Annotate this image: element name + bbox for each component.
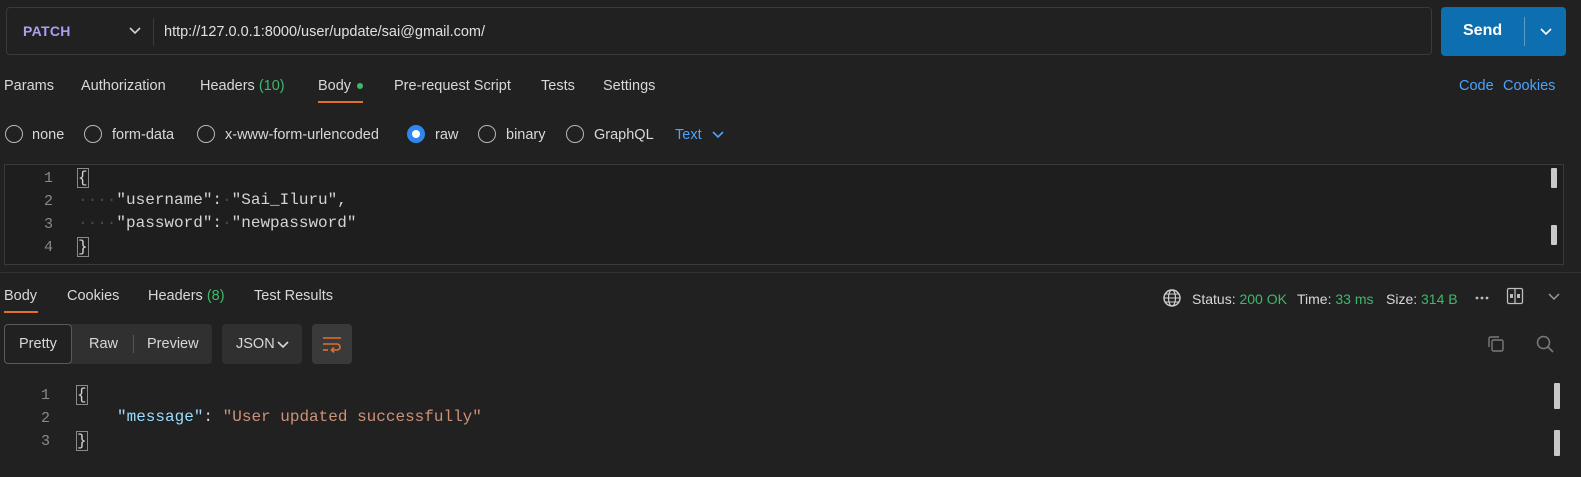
scrollbar-thumb[interactable] bbox=[1551, 225, 1557, 245]
send-label: Send bbox=[1463, 22, 1503, 39]
url-input[interactable] bbox=[164, 21, 1414, 43]
radio-urlencoded[interactable] bbox=[197, 125, 215, 143]
wrap-lines-button[interactable] bbox=[312, 324, 352, 364]
code-line-message: "message": "User updated successfully" bbox=[117, 408, 482, 426]
line-number: 3 bbox=[40, 433, 50, 450]
chevron-down-icon[interactable] bbox=[127, 22, 143, 38]
open-brace: { bbox=[76, 385, 88, 405]
method-select[interactable]: PATCH bbox=[23, 23, 71, 39]
chevron-down-icon[interactable] bbox=[711, 127, 725, 141]
message-value: "User updated successfully" bbox=[222, 408, 482, 426]
send-button[interactable]: Send bbox=[1441, 7, 1566, 56]
status-value[interactable]: 200 OK bbox=[1239, 291, 1286, 307]
tab-params[interactable]: Params bbox=[4, 78, 54, 94]
size-label: Size: bbox=[1386, 291, 1418, 307]
line-number: 1 bbox=[43, 170, 53, 187]
body-format-dropdown[interactable]: Text bbox=[675, 127, 702, 143]
close-brace: } bbox=[77, 237, 89, 257]
radio-graphql[interactable] bbox=[566, 125, 584, 143]
code-line-password: ····"password":·"newpassword" bbox=[78, 214, 357, 232]
segment-divider bbox=[133, 335, 134, 353]
radio-none[interactable] bbox=[5, 125, 23, 143]
send-divider bbox=[1524, 17, 1525, 46]
body-modified-dot bbox=[357, 83, 363, 89]
active-tab-indicator bbox=[318, 101, 363, 103]
scrollbar-thumb[interactable] bbox=[1551, 168, 1557, 188]
view-preview-button[interactable]: Preview bbox=[147, 336, 199, 352]
response-tab-test-results[interactable]: Test Results bbox=[254, 288, 333, 304]
tab-headers[interactable]: Headers (10) bbox=[200, 78, 285, 94]
size-value[interactable]: 314 B bbox=[1421, 291, 1458, 307]
radio-form-data[interactable] bbox=[84, 125, 102, 143]
tab-pre-request-script[interactable]: Pre-request Script bbox=[394, 78, 511, 94]
chevron-down-icon[interactable] bbox=[1546, 288, 1562, 304]
request-body-editor[interactable]: 1 2 3 4 { ····"username":·"Sai_Iluru", ·… bbox=[4, 164, 1564, 265]
radio-binary-label: binary bbox=[506, 127, 546, 143]
radio-raw[interactable] bbox=[407, 125, 425, 143]
view-raw-button[interactable]: Raw bbox=[89, 336, 118, 352]
tab-settings[interactable]: Settings bbox=[603, 78, 655, 94]
more-options-icon[interactable] bbox=[1474, 293, 1490, 303]
cookies-link[interactable]: Cookies bbox=[1503, 78, 1555, 94]
radio-graphql-label: GraphQL bbox=[594, 127, 654, 143]
colon: : bbox=[212, 214, 223, 232]
code-link[interactable]: Code bbox=[1459, 78, 1494, 94]
close-brace: } bbox=[76, 431, 88, 451]
response-body-viewer[interactable]: 1 2 3 { "message": "User updated success… bbox=[0, 380, 1581, 477]
tab-headers-label: Headers bbox=[200, 78, 255, 94]
radio-urlencoded-label: x-www-form-urlencoded bbox=[225, 127, 379, 143]
tab-tests[interactable]: Tests bbox=[541, 78, 575, 94]
radio-binary[interactable] bbox=[478, 125, 496, 143]
open-brace: { bbox=[77, 168, 89, 188]
view-pretty-label: Pretty bbox=[19, 336, 57, 352]
line-number: 1 bbox=[40, 387, 50, 404]
scrollbar-thumb[interactable] bbox=[1554, 430, 1560, 456]
response-format-label: JSON bbox=[236, 336, 275, 352]
wrap-lines-icon bbox=[322, 335, 342, 353]
username-value: "Sai_Iluru", bbox=[231, 191, 347, 209]
password-value: "newpassword" bbox=[231, 214, 357, 232]
status: Status: 200 OK bbox=[1192, 291, 1287, 307]
url-divider bbox=[153, 18, 154, 46]
response-tab-cookies[interactable]: Cookies bbox=[67, 288, 119, 304]
response-tab-body[interactable]: Body bbox=[4, 288, 37, 304]
response-size: Size: 314 B bbox=[1386, 291, 1458, 307]
radio-none-label: none bbox=[32, 127, 65, 143]
response-tab-headers-label: Headers bbox=[148, 288, 203, 304]
line-number: 2 bbox=[43, 193, 53, 210]
active-tab-indicator bbox=[4, 311, 38, 313]
chevron-down-icon[interactable] bbox=[1538, 23, 1554, 39]
username-key: "username" bbox=[116, 191, 213, 209]
copy-icon[interactable] bbox=[1486, 334, 1506, 354]
response-divider bbox=[0, 272, 1581, 273]
response-tab-headers[interactable]: Headers (8) bbox=[148, 288, 225, 304]
radio-form-data-label: form-data bbox=[112, 127, 175, 143]
password-key: "password" bbox=[116, 214, 213, 232]
tab-headers-count: (10) bbox=[258, 78, 285, 94]
time-label: Time: bbox=[1297, 291, 1332, 307]
tab-body[interactable]: Body bbox=[318, 78, 351, 94]
radio-raw-label: raw bbox=[435, 127, 459, 143]
line-number: 3 bbox=[43, 216, 53, 233]
url-bar: PATCH bbox=[6, 7, 1432, 55]
line-number: 4 bbox=[43, 239, 53, 256]
message-key: "message" bbox=[117, 408, 204, 426]
response-tab-headers-count: (8) bbox=[206, 288, 225, 304]
layout-toggle-icon[interactable] bbox=[1506, 287, 1524, 305]
colon: : bbox=[203, 408, 214, 426]
response-time: Time: 33 ms bbox=[1297, 291, 1374, 307]
scrollbar-thumb[interactable] bbox=[1554, 383, 1560, 409]
time-value[interactable]: 33 ms bbox=[1335, 291, 1373, 307]
status-label: Status: bbox=[1192, 291, 1236, 307]
globe-icon[interactable] bbox=[1162, 288, 1182, 308]
line-number: 2 bbox=[40, 410, 50, 427]
chevron-down-icon[interactable] bbox=[276, 337, 290, 351]
search-icon[interactable] bbox=[1535, 334, 1555, 354]
code-line-username: ····"username":·"Sai_Iluru", bbox=[78, 191, 347, 209]
colon: : bbox=[212, 191, 223, 209]
tab-authorization[interactable]: Authorization bbox=[81, 78, 166, 94]
